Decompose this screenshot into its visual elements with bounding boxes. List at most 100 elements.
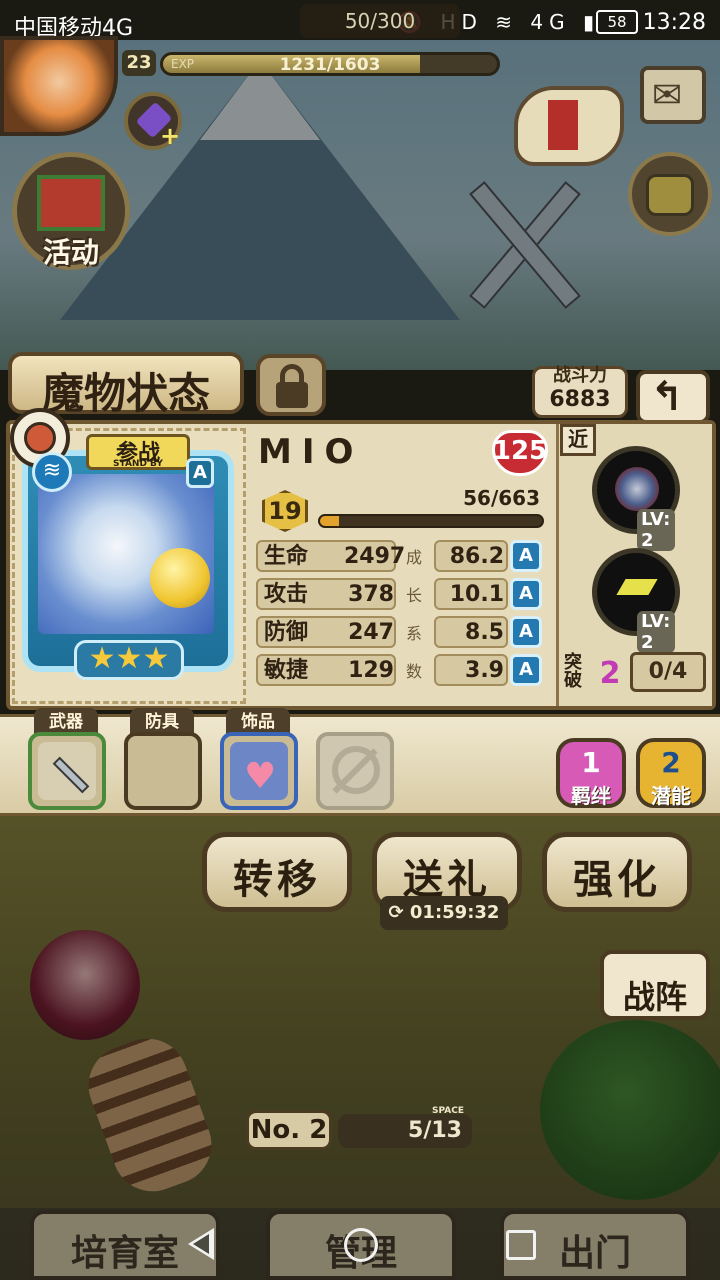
- activity-label: 活动: [42, 236, 99, 269]
- slot-number: No. 2: [246, 1110, 332, 1150]
- grade-badge: A: [510, 578, 542, 610]
- nav-home-icon[interactable]: [344, 1228, 378, 1262]
- potential-label: 潜能: [651, 784, 691, 808]
- mail-button[interactable]: ✉: [640, 66, 706, 124]
- nav-back-icon-inner: [193, 1234, 209, 1254]
- formation-label: 战阵: [622, 978, 687, 1016]
- enhance-label: 强化: [573, 856, 661, 903]
- exp-text: 1231/1603: [279, 55, 381, 75]
- stat-box: 防御 247: [256, 616, 396, 648]
- add-gem-button[interactable]: +: [124, 92, 182, 150]
- gift-icon: [37, 175, 105, 231]
- crossed-swords-sign: [440, 170, 610, 320]
- enhance-button[interactable]: 强化: [542, 832, 692, 912]
- transfer-button[interactable]: 转移: [202, 832, 352, 912]
- monster-xp-text: 56/663: [463, 486, 540, 510]
- activity-button[interactable]: 活动: [12, 152, 130, 270]
- stat-label: 生命: [264, 544, 309, 569]
- gift-timer-text: 01:59:32: [409, 902, 500, 923]
- growth-value: 10.1: [449, 582, 504, 607]
- affection-badge: 125: [492, 430, 548, 476]
- monster-xp-bar: [318, 514, 544, 528]
- potential-count: 2: [661, 746, 681, 779]
- page-title-plate: 魔物状态: [8, 352, 244, 418]
- gift-timer: ⟳ 01:59:32: [380, 896, 508, 930]
- exp-bar: EXP 1231/1603: [160, 52, 500, 76]
- combat-power-box: 战斗力 6883: [532, 365, 628, 418]
- stat-value: 247: [348, 620, 394, 645]
- accessory-item: ♥: [230, 742, 288, 800]
- bond-label: 羁绊: [571, 784, 611, 808]
- stamina-counter: 50/300: [300, 4, 460, 38]
- stat-row-defense: 防御 247 系 8.5 A: [256, 616, 546, 652]
- breakthrough-value: 2: [599, 656, 621, 691]
- stat-row-attack: 攻击 378 长 10.1 A: [256, 578, 546, 614]
- growth-box: 86.2: [434, 540, 508, 572]
- growth-label-char: 系: [406, 624, 423, 643]
- quest-scroll-button[interactable]: [514, 86, 624, 166]
- nav-recents-icon[interactable]: [506, 1230, 536, 1260]
- bag-icon: [646, 174, 694, 216]
- locked-slot: [316, 732, 394, 810]
- stat-row-hp: 生命 2497 成 86.2 A: [256, 540, 546, 576]
- standby-banner: 参战 STAND BY: [86, 434, 190, 470]
- skill-2-button[interactable]: LV: 2: [592, 548, 680, 653]
- growth-box: 10.1: [434, 578, 508, 610]
- stat-box: 敏捷 129: [256, 654, 396, 686]
- stat-value: 378: [348, 582, 394, 607]
- skill-1-button[interactable]: LV: 2: [592, 446, 680, 551]
- bag-button[interactable]: [628, 152, 712, 236]
- rank-tag: A: [186, 458, 214, 488]
- weapon-slot[interactable]: [28, 732, 106, 810]
- armor-slot[interactable]: [124, 732, 202, 810]
- breakthrough-progress[interactable]: 0/4: [630, 652, 706, 692]
- combat-power-value: 6883: [549, 387, 611, 412]
- growth-value: 8.5: [465, 620, 504, 645]
- monster-level: 19: [268, 497, 302, 525]
- player-level-badge: 23: [122, 50, 156, 76]
- lock-icon-body: [276, 382, 308, 408]
- growth-value: 86.2: [449, 544, 504, 569]
- type-icon: [24, 422, 56, 454]
- claw-icon: [615, 467, 659, 511]
- water-element-icon: ≋: [32, 452, 72, 492]
- weapon-item: [38, 742, 96, 800]
- stat-value: 129: [348, 658, 394, 683]
- lightning-icon: [616, 579, 658, 595]
- skill-level: LV: 2: [637, 509, 675, 551]
- heart-icon: ♥: [244, 756, 277, 797]
- grade-badge: A: [510, 616, 542, 648]
- stat-value: 2497: [344, 544, 406, 569]
- combat-power-label: 战斗力: [553, 365, 607, 386]
- back-arrow-icon: ↰: [650, 374, 684, 420]
- stat-label: 攻击: [264, 582, 309, 607]
- lock-button[interactable]: [256, 354, 326, 416]
- bond-button[interactable]: 1 羁绊: [556, 738, 626, 808]
- back-button[interactable]: ↰: [636, 370, 710, 424]
- formation-button[interactable]: 战阵: [600, 950, 710, 1020]
- growth-box: 3.9: [434, 654, 508, 686]
- accessory-slot[interactable]: ♥: [220, 732, 298, 810]
- melee-tag: 近: [560, 424, 596, 456]
- stat-box: 攻击 378: [256, 578, 396, 610]
- breakthrough-label: 突破: [564, 652, 582, 691]
- stat-box: 生命 2497: [256, 540, 406, 572]
- affection-value: 125: [492, 436, 548, 466]
- growth-label-char: 数: [406, 662, 423, 681]
- transfer-label: 转移: [233, 856, 321, 903]
- potential-button[interactable]: 2 潜能: [636, 738, 706, 808]
- plus-icon: +: [160, 122, 181, 150]
- stat-row-agility: 敏捷 129 数 3.9 A: [256, 654, 546, 690]
- growth-label-char: 长: [406, 586, 423, 605]
- growth-value: 3.9: [465, 658, 504, 683]
- clock: 13:28: [642, 10, 706, 35]
- skill-level: LV: 2: [637, 611, 675, 653]
- growth-label-char: 成: [406, 548, 423, 567]
- envelope-icon: ✉: [652, 75, 683, 116]
- bond-count: 1: [581, 746, 601, 779]
- space-counter: 5/13: [338, 1114, 472, 1148]
- grade-badge: A: [510, 540, 542, 572]
- bell-sprite: [150, 548, 210, 608]
- standby-label-en: STAND BY: [113, 459, 163, 469]
- star-rating: ★★★: [74, 640, 184, 680]
